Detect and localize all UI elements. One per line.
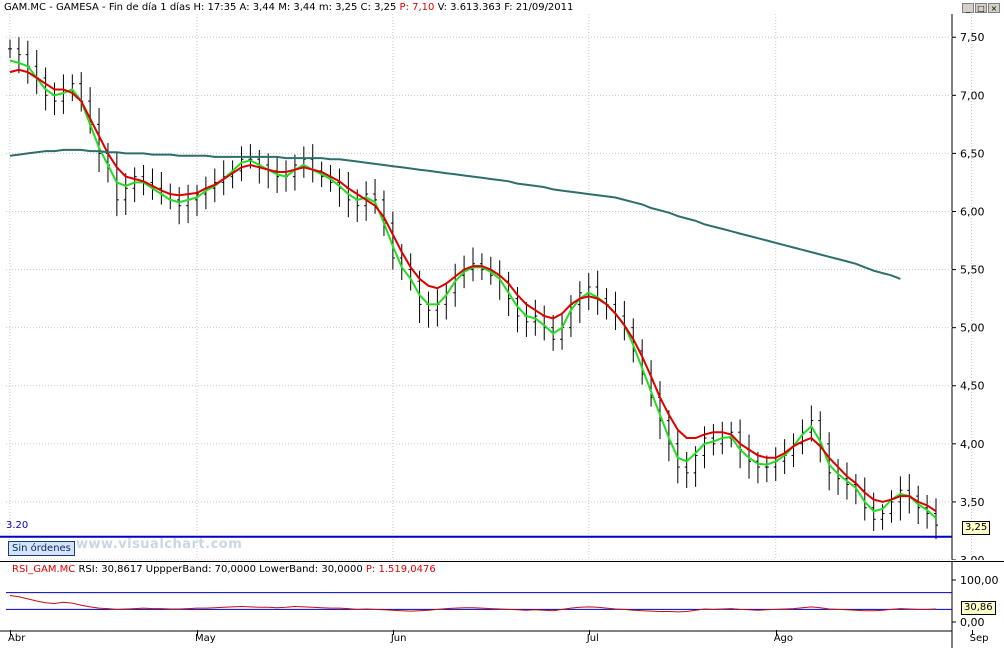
price-tick-label: 4,50 bbox=[960, 380, 985, 393]
rsi-pane: RSI_GAM.MC RSI: 30,8617 UppperBand: 70,0… bbox=[0, 561, 1004, 648]
chart-header: GAM.MC - GAMESA - Fin de día 1 días H: 1… bbox=[4, 2, 573, 13]
close-button[interactable]: × bbox=[988, 3, 1000, 13]
slow-ma-line bbox=[9, 68, 937, 513]
minimize-button[interactable]: _ bbox=[962, 3, 974, 13]
month-tick bbox=[971, 630, 973, 635]
support-line-label: 3.20 bbox=[6, 520, 29, 531]
chart-header-tail: V: 3.613.363 F: 21/09/2011 bbox=[437, 2, 574, 13]
last-price-tag: 3,25 bbox=[962, 521, 991, 535]
price-tick-label: 7,50 bbox=[960, 31, 985, 44]
orders-button[interactable]: Sin órdenes bbox=[8, 541, 75, 556]
rsi-tick-label: 0,00 bbox=[960, 616, 985, 629]
rsi-tick-label: 100,00 bbox=[960, 574, 999, 587]
month-label-may: May bbox=[194, 633, 216, 644]
month-tick bbox=[10, 630, 11, 635]
price-tick-label: 5,00 bbox=[960, 322, 985, 335]
month-tick bbox=[392, 630, 394, 635]
chart-header-symbol: GAM.MC - GAMESA - Fin de día 1 días bbox=[4, 2, 191, 13]
price-tick-label: 6,50 bbox=[960, 147, 985, 160]
price-tick-label: 4,00 bbox=[960, 438, 985, 451]
price-chart-pane: GAM.MC - GAMESA - Fin de día 1 días H: 1… bbox=[0, 0, 1004, 560]
rsi-last-value-tag: 30,86 bbox=[961, 601, 996, 615]
price-tick-label: 3,00 bbox=[960, 554, 985, 560]
price-tick-label: 7,00 bbox=[960, 89, 985, 102]
price-plot[interactable]: 7,50 7,00 6,50 6,00 5,50 5,00 4,50 4,00 3,50 3,00 bbox=[0, 14, 1004, 560]
rsi-plot[interactable]: 100,00 0,00 bbox=[0, 562, 1004, 648]
price-tick-label: 3,50 bbox=[960, 496, 985, 509]
price-tick-label: 6,00 bbox=[960, 205, 985, 218]
watermark: www.visualchart.com bbox=[76, 537, 243, 552]
month-tick bbox=[588, 630, 590, 635]
month-tick bbox=[196, 630, 198, 635]
chart-header-p: P: 7,10 bbox=[399, 2, 435, 13]
fast-ma-line bbox=[9, 59, 937, 519]
maximize-button[interactable]: □ bbox=[975, 3, 987, 13]
chart-header-values: H: 17:35 A: 3,44 M: 3,44 m: 3,25 C: 3,25 bbox=[193, 2, 397, 13]
price-tick-label: 5,50 bbox=[960, 264, 985, 277]
month-tick bbox=[775, 630, 777, 635]
